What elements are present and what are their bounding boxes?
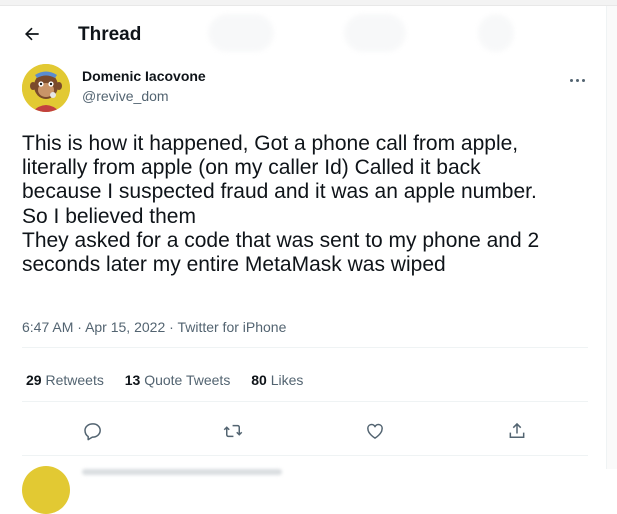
more-dots-icon (582, 79, 585, 82)
tweet-metadata: 6:47 AM · Apr 15, 2022 · Twitter for iPh… (22, 319, 286, 335)
more-dots-icon (570, 79, 573, 82)
scrollbar[interactable] (607, 6, 617, 469)
retweets-count: 29 (26, 372, 42, 388)
tweet-stats: 29 Retweets 13 Quote Tweets 80 Likes (26, 372, 320, 388)
divider (22, 401, 588, 402)
more-options-button[interactable] (566, 70, 590, 90)
retweet-icon (223, 424, 243, 438)
blurred-overlay (82, 469, 282, 475)
author-name[interactable]: Domenic Iacovone (82, 68, 206, 84)
like-icon (367, 423, 383, 439)
blurred-overlay (478, 14, 514, 52)
thread-column: Thread Domenic Iacovone @revive_dom This… (0, 6, 607, 514)
back-button[interactable] (18, 20, 46, 48)
like-button[interactable] (361, 417, 389, 445)
retweet-button[interactable] (219, 417, 247, 445)
tweet-source: Twitter for iPhone (177, 319, 287, 335)
reply-icon (84, 423, 101, 441)
tweet-date[interactable]: Apr 15, 2022 (85, 319, 165, 335)
likes-stat[interactable]: 80 Likes (251, 372, 303, 388)
avatar[interactable] (22, 466, 70, 514)
more-dots-icon (576, 79, 579, 82)
meta-separator: · (169, 319, 174, 335)
tweet-text: This is how it happened, Got a phone cal… (22, 132, 598, 277)
tweet-line: So I believed them (22, 204, 196, 228)
tweet-line: This is how it happened, Got a phone cal… (22, 132, 519, 155)
arrow-left-icon (25, 27, 39, 41)
share-button[interactable] (503, 417, 531, 445)
likes-count: 80 (251, 372, 267, 388)
avatar[interactable] (22, 64, 70, 112)
author-handle[interactable]: @revive_dom (82, 88, 169, 104)
divider (22, 347, 588, 348)
blurred-overlay (208, 14, 274, 52)
tweet-line: seconds later my entire MetaMask was wip… (22, 253, 446, 277)
tweet-line: literally from apple (on my caller Id) C… (22, 156, 481, 180)
ape-avatar-icon (22, 64, 70, 112)
page-title: Thread (78, 24, 142, 45)
retweets-stat[interactable]: 29 Retweets (26, 372, 104, 388)
retweets-label: Retweets (45, 372, 104, 388)
tweet-line: because I suspected fraud and it was an … (22, 180, 537, 204)
quote-tweets-label: Quote Tweets (144, 372, 231, 388)
quote-tweets-stat[interactable]: 13 Quote Tweets (125, 372, 231, 388)
tweet-line: They asked for a code that was sent to m… (22, 228, 540, 252)
tweet-time[interactable]: 6:47 AM (22, 319, 73, 335)
tweet-actions (22, 411, 588, 451)
meta-separator: · (77, 319, 82, 335)
share-icon (509, 422, 525, 438)
divider (22, 455, 588, 456)
quote-tweets-count: 13 (124, 372, 141, 388)
reply-button[interactable] (79, 417, 107, 445)
likes-label: Likes (270, 372, 304, 388)
blurred-overlay (344, 14, 406, 52)
thread-header: Thread (0, 6, 606, 59)
